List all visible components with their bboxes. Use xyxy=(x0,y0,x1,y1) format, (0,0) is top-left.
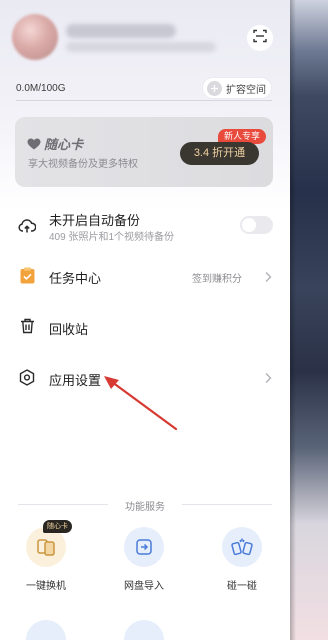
background-content-blurred[interactable] xyxy=(290,0,328,640)
service-phone-switch[interactable]: 随心卡 一键换机 xyxy=(14,520,78,592)
section-divider-right xyxy=(182,504,272,505)
member-tag: 随心卡 xyxy=(43,520,72,533)
side-drawer: 0.0M/100G 扩容空间 随心卡 享大视频备份及更多特权 新人专享 3.4 … xyxy=(0,0,290,640)
service-label: 碰一碰 xyxy=(227,581,257,592)
bump-share-icon xyxy=(222,527,262,567)
phone-switch-icon: 随心卡 xyxy=(26,520,72,567)
service-label: 网盘导入 xyxy=(124,581,164,592)
service-label: 一键换机 xyxy=(26,581,66,592)
service-bump-share[interactable]: 碰一碰 xyxy=(210,527,274,592)
service-cloud-import[interactable]: 网盘导入 xyxy=(112,527,176,592)
services-section-label: 功能服务 xyxy=(125,502,165,513)
cloud-import-icon xyxy=(124,527,164,567)
